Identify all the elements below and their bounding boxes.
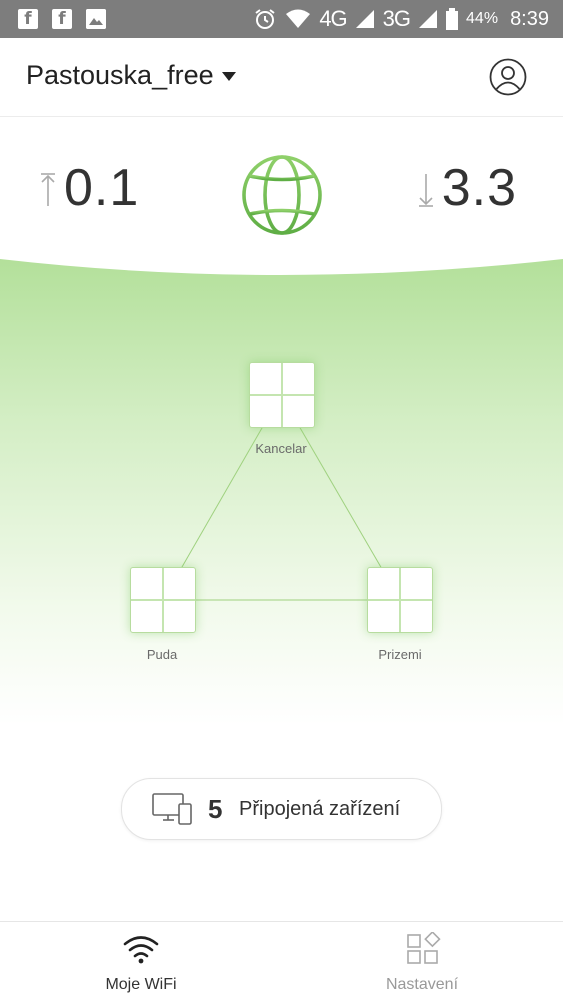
gallery-icon [86, 9, 106, 29]
app-header: Pastouska_free [0, 38, 563, 117]
nav-tab-my-wifi[interactable]: Moje WiFi [41, 922, 241, 1001]
caret-down-icon [221, 72, 236, 81]
alarm-icon [255, 9, 275, 29]
node-label-kancelar: Kancelar [255, 441, 307, 456]
wifi-icon [123, 936, 159, 964]
status-bar: f f 4G 3G 44% 8:39 [0, 0, 563, 38]
mesh-node-prizemi[interactable] [367, 567, 433, 633]
mesh-node-kancelar[interactable] [249, 362, 315, 428]
devices-icon [152, 793, 192, 825]
network-name: Pastouska_free [26, 60, 214, 90]
node-label-puda: Puda [146, 647, 178, 662]
device-count: 5 [208, 794, 223, 824]
download-arrow-icon [418, 174, 433, 207]
facebook-icon: f [18, 9, 38, 29]
notification-icons: f f [18, 9, 106, 29]
nav-label-my-wifi: Moje WiFi [105, 976, 177, 993]
profile-icon[interactable] [489, 58, 527, 96]
devices-label: Připojená zařízení [239, 798, 401, 820]
system-icons: 4G 3G 44% 8:39 [253, 6, 549, 32]
signal-icon [419, 10, 438, 28]
download-speed: 3.3 [416, 158, 517, 218]
upload-speed: 0.1 [38, 158, 139, 218]
apps-grid-icon [407, 932, 441, 964]
wifi-status-icon [286, 9, 311, 28]
nav-tab-settings[interactable]: Nastavení [322, 922, 522, 1001]
upload-arrow-icon [41, 173, 55, 206]
globe-icon[interactable] [240, 153, 324, 237]
bottom-navigation: Moje WiFi Nastavení [0, 921, 563, 1001]
battery-icon [446, 8, 459, 30]
nav-label-settings: Nastavení [385, 976, 459, 993]
connected-devices-button[interactable]: 5 Připojená zařízení [121, 778, 442, 840]
battery-percent: 44% [466, 10, 499, 27]
signal-icon [355, 10, 374, 28]
network-selector[interactable]: Pastouska_free [26, 60, 236, 91]
download-value: 3.3 [441, 159, 517, 217]
clock-time: 8:39 [510, 7, 549, 30]
network-4g-label: 4G [319, 6, 347, 31]
upload-value: 0.1 [64, 159, 140, 217]
facebook-icon: f [52, 9, 72, 29]
node-label-prizemi: Prizemi [378, 647, 422, 662]
mesh-node-puda[interactable] [130, 567, 196, 633]
network-3g-label: 3G [382, 6, 411, 31]
